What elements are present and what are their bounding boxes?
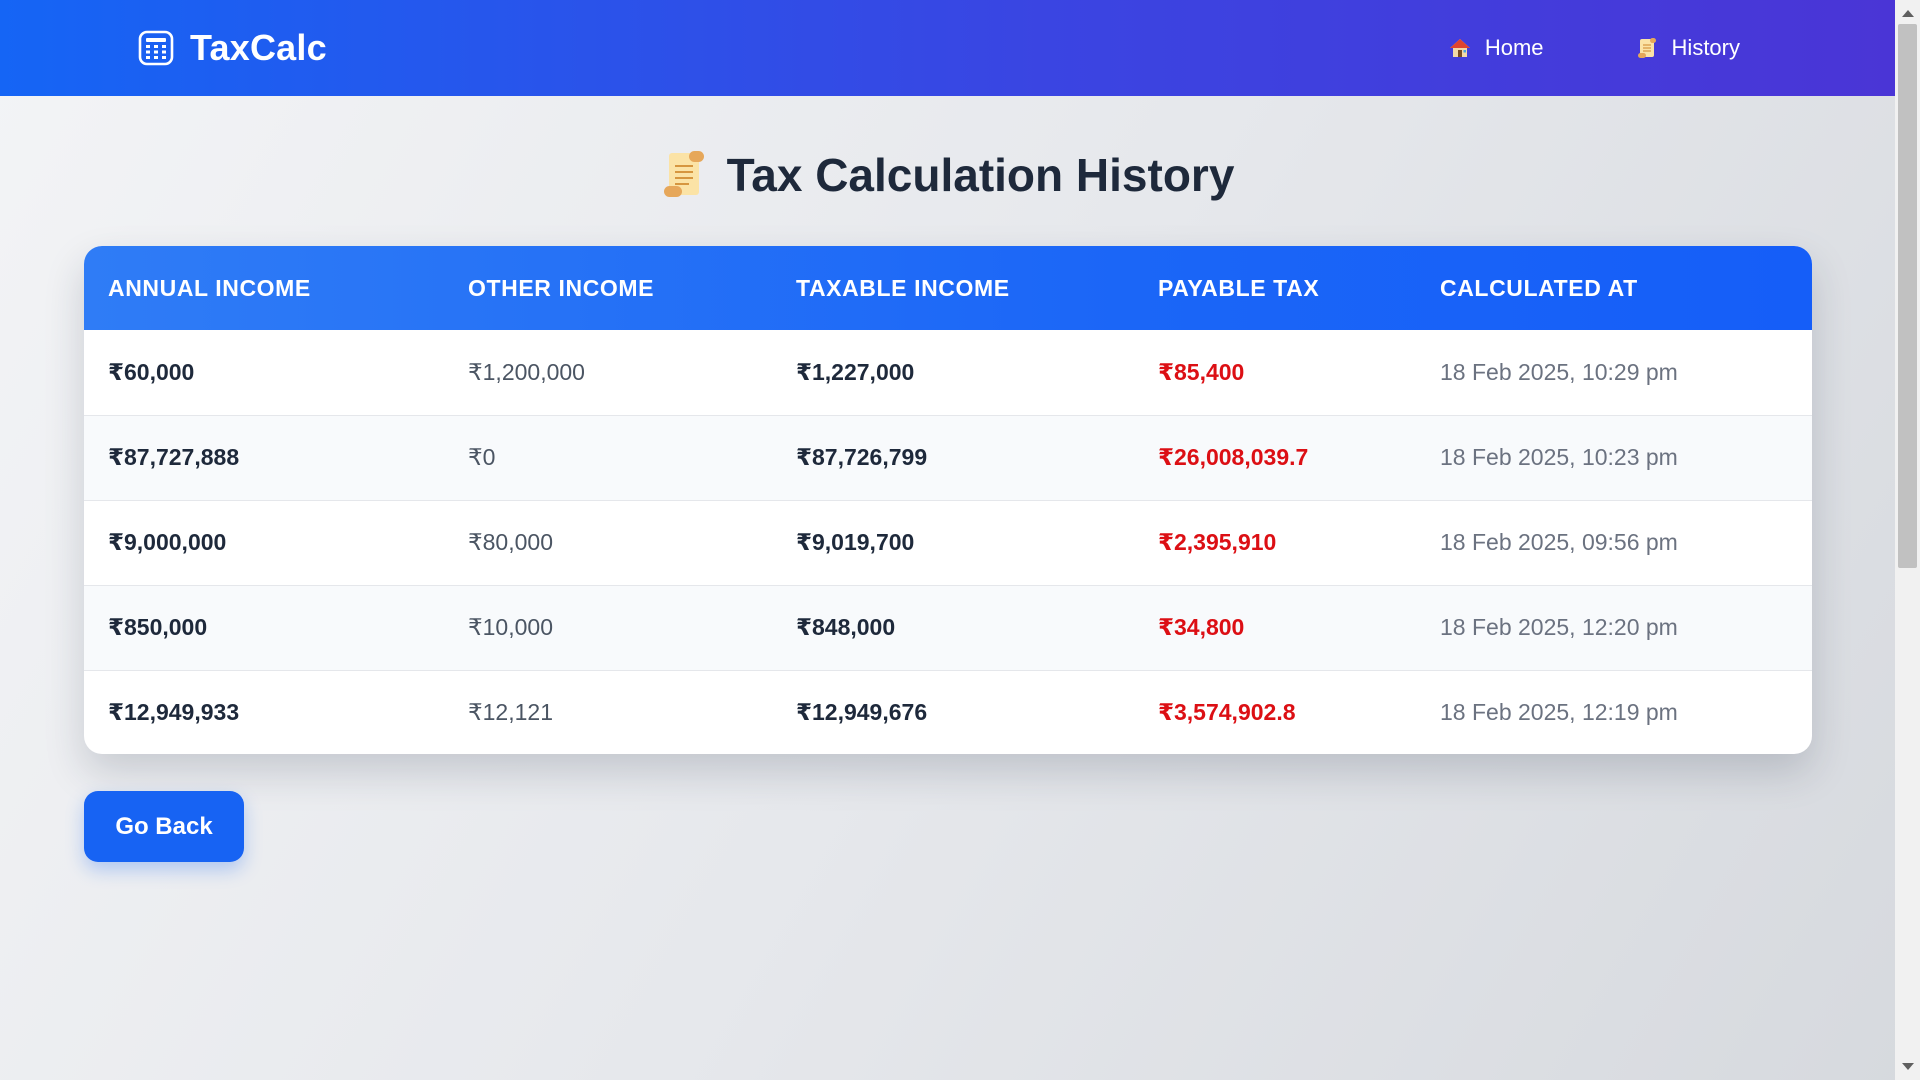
cell-calculated-at: 18 Feb 2025, 10:23 pm [1416,414,1812,500]
table-row: ₹850,000 ₹10,000 ₹848,000 ₹34,800 18 Feb… [84,584,1812,670]
cell-annual-income: ₹850,000 [84,584,444,670]
cell-calculated-at: 18 Feb 2025, 10:29 pm [1440,358,1678,385]
go-back-button[interactable]: Go Back [84,791,244,862]
nav-links: Home History [1449,35,1740,61]
cell-payable-tax: ₹3,574,902.8 [1134,669,1416,754]
table-row: ₹87,727,888 ₹0 ₹87,726,799 ₹26,008,039.7… [84,414,1812,500]
cell-taxable-income: ₹1,227,000 [796,358,915,385]
cell-payable-tax: ₹34,800 [1134,584,1416,670]
cell-other-income: ₹12,121 [444,669,772,754]
scroll-up-arrow-icon[interactable] [1902,10,1914,17]
cell-other-income: ₹0 [444,414,772,500]
cell-other-income: ₹80,000 [444,499,772,585]
cell-calculated-at: 18 Feb 2025, 12:19 pm [1416,669,1812,754]
cell-payable-tax: ₹2,395,910 [1134,499,1416,585]
page-title: Tax Calculation History [0,140,1895,210]
house-icon [1449,39,1470,57]
cell-calculated-at: 18 Feb 2025, 12:20 pm [1416,584,1812,670]
table-row: ₹9,000,000 ₹80,000 ₹9,019,700 ₹2,395,910… [84,499,1812,585]
cell-annual-income: ₹9,000,000 [84,499,444,585]
top-navbar: TaxCalc Home History [0,0,1895,96]
page-title-text: Tax Calculation History [726,149,1235,201]
scroll-thumb[interactable] [1898,24,1917,568]
nav-link-history-label: History [1671,35,1740,60]
brand-name: TaxCalc [190,27,327,68]
nav-link-home[interactable]: Home [1449,35,1544,61]
cell-payable-tax: ₹26,008,039.7 [1134,414,1416,500]
header-payable-tax: Payable Tax [1158,274,1320,301]
calculator-icon [138,30,174,66]
cell-taxable-income: ₹9,019,700 [772,499,1134,585]
scroll-down-arrow-icon[interactable] [1902,1063,1914,1070]
vertical-scrollbar[interactable] [1895,0,1920,1080]
table-row: ₹60,000 ₹1,200,000 ₹1,227,000 ₹85,400 18… [84,330,1812,415]
cell-other-income: ₹1,200,000 [468,358,585,385]
nav-link-history[interactable]: History [1636,35,1740,61]
scroll-icon [663,151,704,197]
cell-annual-income: ₹12,949,933 [84,669,444,754]
cell-annual-income: ₹60,000 [108,358,195,385]
cell-calculated-at: 18 Feb 2025, 09:56 pm [1416,499,1812,585]
cell-other-income: ₹10,000 [444,584,772,670]
header-taxable-income: Taxable Income [796,274,1010,301]
history-table: Annual Income Other Income Taxable Incom… [84,246,1812,754]
header-calculated-at: Calculated At [1440,274,1638,301]
cell-taxable-income: ₹12,949,676 [772,669,1134,754]
cell-payable-tax: ₹85,400 [1158,358,1245,385]
cell-taxable-income: ₹87,726,799 [772,414,1134,500]
header-annual-income: Annual Income [108,274,311,301]
scroll-icon [1637,38,1656,58]
cell-annual-income: ₹87,727,888 [84,414,444,500]
cell-taxable-income: ₹848,000 [772,584,1134,670]
header-other-income: Other Income [468,274,655,301]
table-row: ₹12,949,933 ₹12,121 ₹12,949,676 ₹3,574,9… [84,669,1812,754]
table-header-row: Annual Income Other Income Taxable Incom… [84,246,1812,330]
history-table-card: Annual Income Other Income Taxable Incom… [84,246,1812,754]
brand[interactable]: TaxCalc [138,27,327,69]
nav-link-home-label: Home [1484,35,1544,60]
